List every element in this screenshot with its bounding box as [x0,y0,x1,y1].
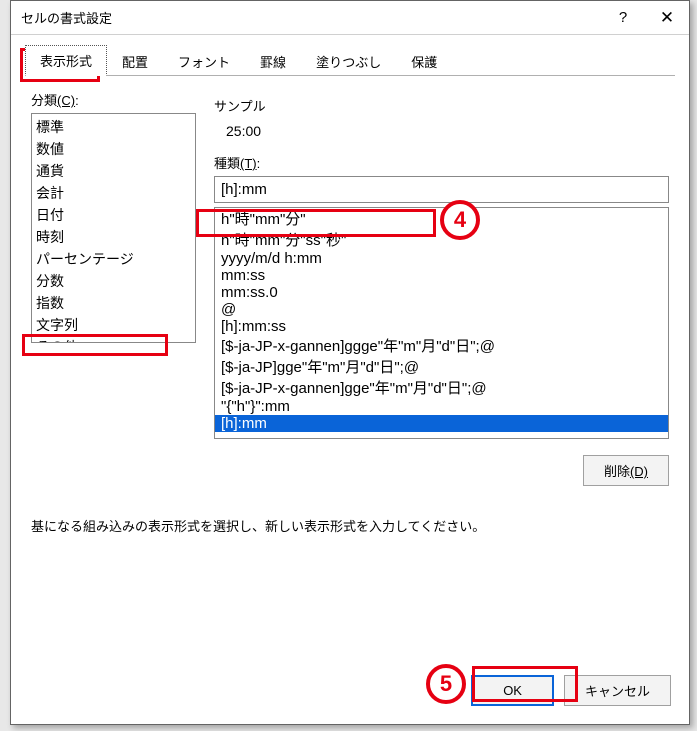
category-list[interactable]: 標準数値通貨会計日付時刻パーセンテージ分数指数文字列その他ユーザー定義 [31,113,196,343]
type-item[interactable]: [h]:mm [215,415,668,432]
type-item[interactable]: mm:ss [215,267,668,284]
category-label: 分類(C): [31,90,196,109]
category-item[interactable]: 会計 [32,182,195,204]
tab-塗りつぶし[interactable]: 塗りつぶし [301,46,396,76]
type-label: 種類(T): [214,153,669,172]
category-item[interactable]: 時刻 [32,226,195,248]
help-text: 基になる組み込みの表示形式を選択し、新しい表示形式を入力してください。 [31,516,669,535]
dialog-buttons: OK キャンセル [11,661,689,724]
category-item[interactable]: 文字列 [32,314,195,336]
ok-button[interactable]: OK [471,675,554,706]
titlebar: セルの書式設定 ? ✕ [11,1,689,35]
type-item[interactable]: [$-ja-JP]gge"年"m"月"d"日";@ [215,356,668,377]
category-item[interactable]: 日付 [32,204,195,226]
type-item[interactable]: h"時"mm"分"ss"秒" [215,229,668,250]
help-button[interactable]: ? [601,1,645,35]
category-item[interactable]: 標準 [32,116,195,138]
category-item[interactable]: 分数 [32,270,195,292]
type-item[interactable]: mm:ss.0 [215,284,668,301]
tab-保護[interactable]: 保護 [396,46,452,76]
close-button[interactable]: ✕ [645,1,689,35]
tab-フォント[interactable]: フォント [163,46,245,76]
tab-配置[interactable]: 配置 [107,46,163,76]
type-list[interactable]: h"時"mm"分"h"時"mm"分"ss"秒"yyyy/m/d h:mmmm:s… [214,207,669,439]
sample-value: 25:00 [214,123,669,139]
type-item[interactable]: yyyy/m/d h:mm [215,250,668,267]
category-item[interactable]: 指数 [32,292,195,314]
category-item[interactable]: パーセンテージ [32,248,195,270]
category-item[interactable]: 通貨 [32,160,195,182]
tab-strip: 表示形式配置フォント罫線塗りつぶし保護 [11,35,689,76]
type-item[interactable]: h"時"mm"分" [215,208,668,229]
sample-label: サンプル [214,96,669,115]
tab-罫線[interactable]: 罫線 [245,46,301,76]
tab-表示形式[interactable]: 表示形式 [25,45,107,76]
type-item[interactable]: @ [215,301,668,318]
type-item[interactable]: "{"h"}":mm [215,398,668,415]
category-item[interactable]: その他 [32,336,195,343]
category-item[interactable]: 数値 [32,138,195,160]
type-item[interactable]: [$-ja-JP-x-gannen]gge"年"m"月"d"日";@ [215,377,668,398]
close-icon: ✕ [660,8,674,28]
type-item[interactable]: [$-ja-JP-x-gannen]ggge"年"m"月"d"日";@ [215,335,668,356]
format-cells-dialog: セルの書式設定 ? ✕ 表示形式配置フォント罫線塗りつぶし保護 分類(C): 標… [10,0,690,725]
type-input[interactable] [214,176,669,203]
cancel-button[interactable]: キャンセル [564,675,671,706]
help-icon: ? [619,9,627,26]
delete-button[interactable]: 削除(D) [583,455,669,486]
type-item[interactable]: [h]:mm:ss [215,318,668,335]
dialog-title: セルの書式設定 [21,8,601,27]
